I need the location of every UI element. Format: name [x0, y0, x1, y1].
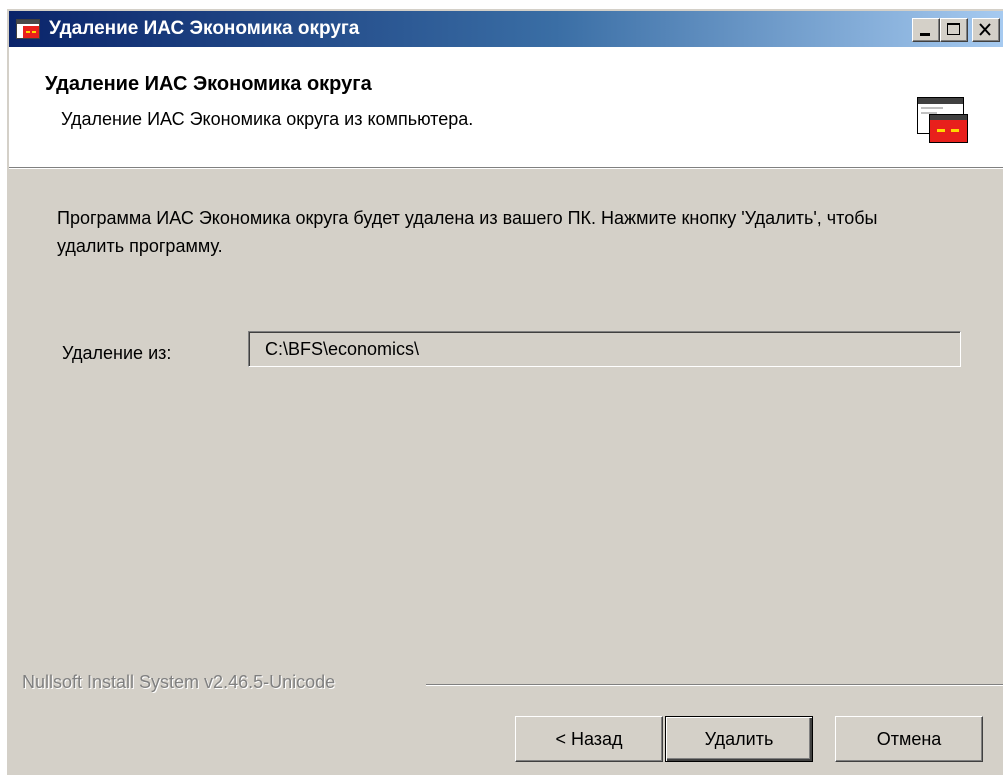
- installer-app-icon: [16, 19, 40, 39]
- uninstall-window-icon: [915, 95, 969, 145]
- uninstall-path-field[interactable]: C:\BFS\economics\: [248, 331, 961, 367]
- uninstall-dialog: Удаление ИАС Экономика округа Удаление И…: [6, 8, 1003, 775]
- maximize-button[interactable]: [940, 18, 968, 42]
- title-bar[interactable]: Удаление ИАС Экономика округа: [9, 11, 1003, 47]
- window-title: Удаление ИАС Экономика округа: [49, 18, 360, 39]
- minimize-icon: [920, 33, 930, 36]
- minimize-button[interactable]: [912, 18, 940, 42]
- uninstall-description: Программа ИАС Экономика округа будет уда…: [57, 208, 878, 256]
- dialog-header: Удаление ИАС Экономика округа Удаление И…: [9, 47, 1003, 167]
- close-icon: [979, 23, 991, 36]
- branding-text: Nullsoft Install System v2.46.5-Unicode: [22, 672, 344, 693]
- maximize-icon: [947, 23, 960, 35]
- cancel-button[interactable]: Отмена: [835, 716, 983, 762]
- close-button[interactable]: [972, 18, 1000, 42]
- header-separator-highlight: [9, 168, 1003, 169]
- uninstall-from-label: Удаление из:: [62, 343, 172, 363]
- branding-separator-highlight: [426, 685, 1003, 686]
- header-subtitle: Удаление ИАС Экономика округа из компьют…: [61, 109, 474, 129]
- header-title: Удаление ИАС Экономика округа: [45, 73, 372, 95]
- back-button[interactable]: < Назад: [515, 716, 663, 762]
- uninstall-button[interactable]: Удалить: [665, 716, 813, 762]
